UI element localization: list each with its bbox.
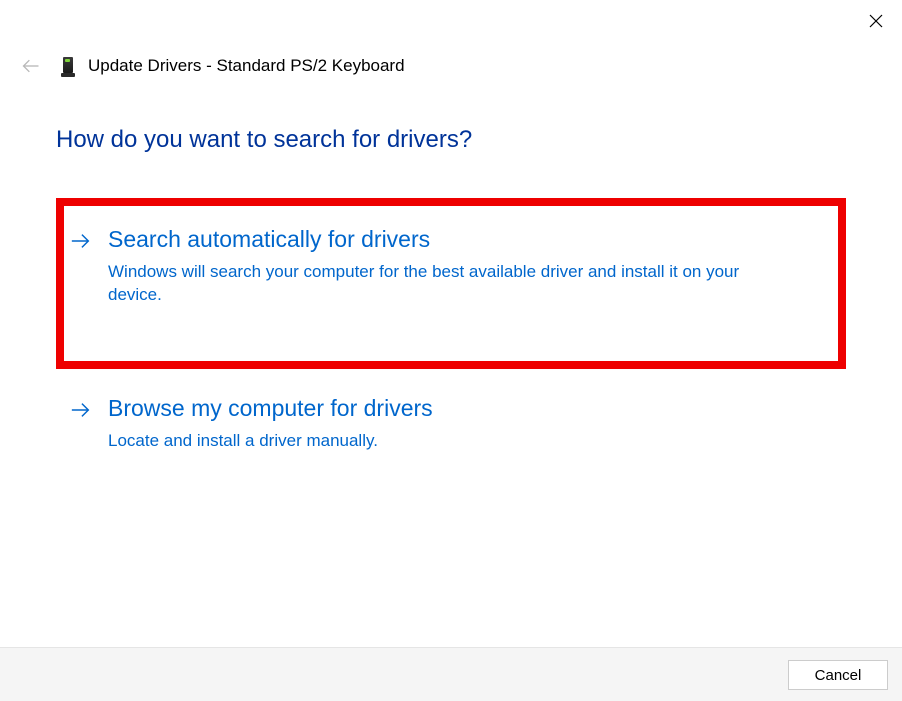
option-body: Browse my computer for drivers Locate an… (108, 395, 433, 452)
question-heading: How do you want to search for drivers? (56, 126, 846, 154)
header-row: Update Drivers - Standard PS/2 Keyboard (0, 36, 902, 86)
title-group: Update Drivers - Standard PS/2 Keyboard (60, 54, 405, 78)
option-browse-computer[interactable]: Browse my computer for drivers Locate an… (56, 389, 846, 458)
arrow-right-icon (70, 399, 92, 421)
option-description: Locate and install a driver manually. (108, 429, 433, 453)
option-body: Search automatically for drivers Windows… (108, 226, 748, 307)
footer: Cancel (0, 647, 902, 701)
device-icon (60, 54, 76, 78)
titlebar (0, 0, 902, 36)
close-button[interactable] (864, 9, 888, 33)
option-search-automatically[interactable]: Search automatically for drivers Windows… (56, 198, 846, 369)
options-list: Search automatically for drivers Windows… (56, 198, 846, 459)
cancel-button[interactable]: Cancel (788, 660, 888, 690)
option-title: Browse my computer for drivers (108, 395, 433, 423)
option-title: Search automatically for drivers (108, 226, 748, 254)
content-area: How do you want to search for drivers? S… (0, 86, 902, 647)
close-icon (867, 12, 885, 30)
option-description: Windows will search your computer for th… (108, 260, 748, 308)
window-title: Update Drivers - Standard PS/2 Keyboard (88, 56, 405, 76)
back-button[interactable] (20, 55, 42, 77)
back-arrow-icon (21, 56, 41, 76)
arrow-right-icon (70, 230, 92, 252)
update-drivers-wizard: Update Drivers - Standard PS/2 Keyboard … (0, 0, 902, 701)
